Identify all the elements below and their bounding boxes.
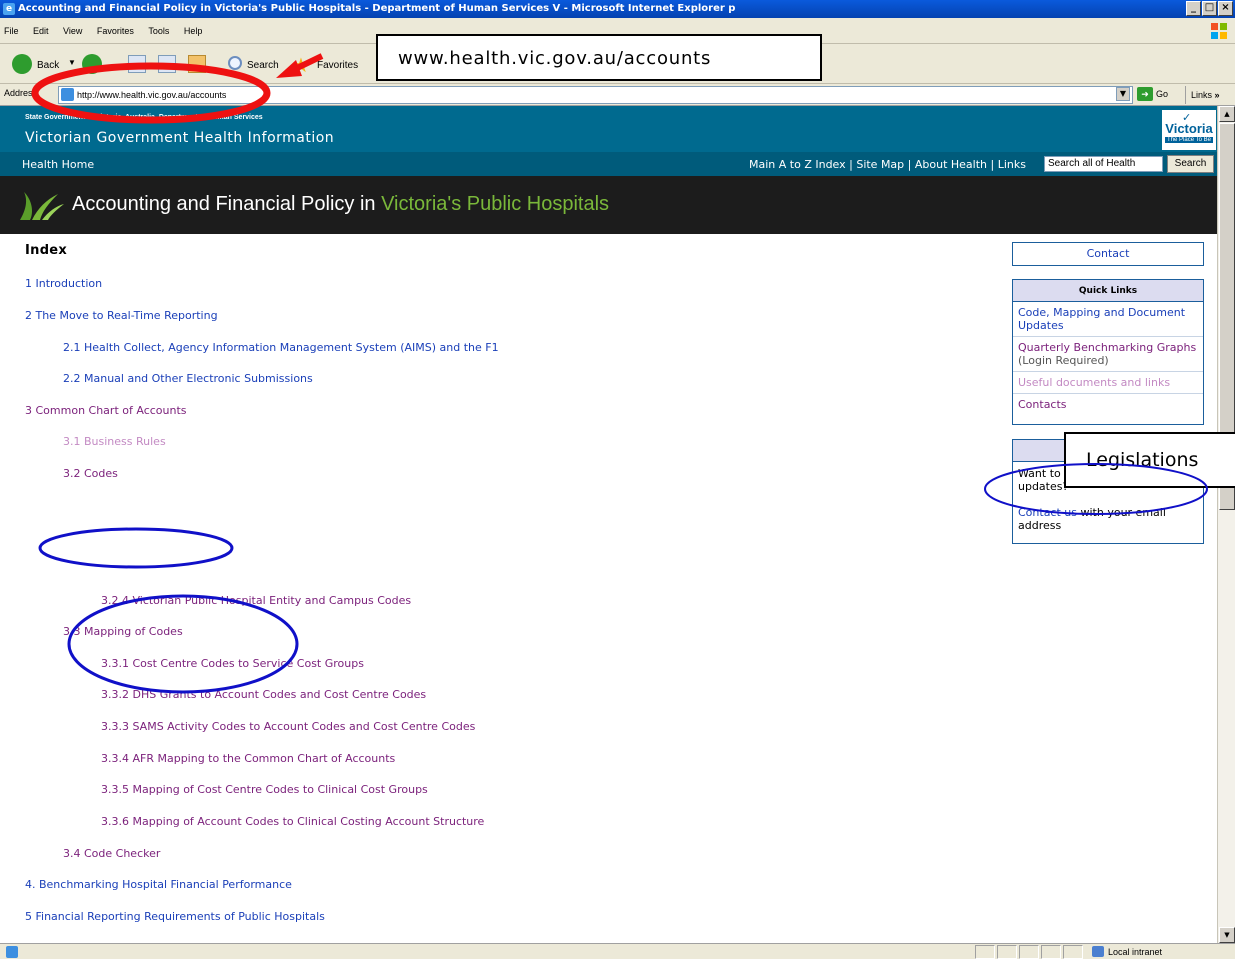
legislations-callout: Legislations (1064, 432, 1235, 488)
status-pane (975, 945, 995, 959)
toc-link[interactable]: 3.3.1 Cost Centre Codes to Service Cost … (101, 657, 364, 670)
toc-link[interactable]: 5 Financial Reporting Requirements of Pu… (25, 910, 325, 923)
site-nav-bar: Health Home Main A to Z Index | Site Map… (0, 152, 1217, 176)
scroll-up-icon[interactable]: ▲ (1219, 106, 1235, 122)
back-arrow-icon[interactable] (12, 54, 32, 74)
search-icon[interactable] (228, 56, 242, 70)
victoria-tick-icon: ✓ (1182, 111, 1192, 124)
toc-link[interactable]: 2.1 Health Collect, Agency Information M… (63, 341, 499, 354)
quick-links-box: Quick Links Code, Mapping and Document U… (1012, 279, 1204, 425)
quick-link-contacts[interactable]: Contacts (1013, 394, 1203, 415)
scroll-down-icon[interactable]: ▼ (1219, 927, 1235, 943)
page-banner: Accounting and Financial Policy in Victo… (0, 176, 1217, 234)
menu-edit[interactable]: Edit (33, 18, 49, 44)
status-pane (1019, 945, 1039, 959)
toc-link[interactable]: 2.2 Manual and Other Electronic Submissi… (63, 372, 313, 385)
intranet-zone-icon (1092, 946, 1104, 957)
window-titlebar: e Accounting and Financial Policy in Vic… (0, 0, 1235, 18)
state-government-line: State Government of Victoria, Australia,… (25, 114, 263, 121)
toc-link[interactable]: 3.3 Mapping of Codes (63, 625, 183, 638)
menu-view[interactable]: View (63, 18, 82, 44)
toc-link[interactable]: 3.2 Codes (63, 467, 118, 480)
health-home-link[interactable]: Health Home (22, 158, 94, 171)
toc-link[interactable]: 2 The Move to Real-Time Reporting (25, 309, 218, 322)
banner-title-part2: Victoria's Public Hospitals (381, 193, 610, 215)
address-bar: Address http://www.health.vic.gov.au/acc… (0, 84, 1235, 106)
quick-link-code-updates[interactable]: Code, Mapping and Document Updates (1013, 302, 1203, 337)
page-icon (61, 88, 74, 101)
security-zone-label: Local intranet (1108, 947, 1163, 957)
go-arrow-icon: ➜ (1137, 87, 1153, 101)
toc-link[interactable]: 3.3.6 Mapping of Account Codes to Clinic… (101, 815, 484, 828)
address-label: Address (4, 88, 38, 98)
status-bar: Local intranet (0, 943, 1235, 959)
site-search-input[interactable]: Search all of Health (1044, 156, 1163, 172)
toc-link[interactable]: 3.3.5 Mapping of Cost Centre Codes to Cl… (101, 783, 428, 796)
links-button[interactable]: Links » (1185, 86, 1233, 104)
page-viewport: State Government of Victoria, Australia,… (0, 106, 1217, 943)
forward-arrow-icon[interactable] (82, 54, 102, 74)
banner-title-part1: Accounting and Financial Policy in (72, 193, 382, 215)
quick-links-heading: Quick Links (1013, 280, 1203, 302)
toc-link[interactable]: 3.2.4 Victorian Public Hospital Entity a… (101, 594, 411, 607)
victoria-logo[interactable]: ✓ Victoria The Place To Be (1162, 110, 1216, 150)
site-header: State Government of Victoria, Australia,… (0, 106, 1217, 152)
ie-icon: e (3, 3, 15, 15)
toc-link[interactable]: 1 Introduction (25, 277, 102, 290)
favorites-star-icon[interactable]: ★ (292, 53, 310, 77)
status-pane (997, 945, 1017, 959)
menu-tools[interactable]: Tools (148, 18, 169, 44)
stop-icon[interactable] (128, 55, 146, 73)
contact-link-box[interactable]: Contact (1012, 242, 1204, 266)
maximize-button[interactable]: □ (1202, 1, 1217, 16)
windows-logo-icon (1211, 23, 1227, 39)
toc-link[interactable]: 3.3.2 DHS Grants to Account Codes and Co… (101, 688, 426, 701)
toc-link[interactable]: 3.3.4 AFR Mapping to the Common Chart of… (101, 752, 395, 765)
login-required-note: (Login Required) (1018, 354, 1109, 367)
contact-us-link[interactable]: Contact us (1018, 506, 1077, 519)
status-pane (1063, 945, 1083, 959)
grass-leaf-icon (20, 192, 64, 220)
toc-link[interactable]: 3.3.3 SAMS Activity Codes to Account Cod… (101, 720, 475, 733)
banner-title: Accounting and Financial Policy in Victo… (72, 193, 609, 216)
url-callout: www.health.vic.gov.au/accounts (376, 34, 822, 81)
index-heading: Index (25, 243, 68, 258)
favorites-button-label[interactable]: Favorites (317, 60, 358, 71)
quick-link-benchmarking-label: Quarterly Benchmarking Graphs (1018, 341, 1197, 354)
site-title[interactable]: Victorian Government Health Information (25, 130, 334, 146)
menu-favorites[interactable]: Favorites (97, 18, 134, 44)
status-page-icon (6, 946, 18, 958)
refresh-icon[interactable] (158, 55, 176, 73)
home-icon[interactable] (188, 55, 206, 73)
window-title: Accounting and Financial Policy in Victo… (18, 3, 736, 14)
address-input[interactable]: http://www.health.vic.gov.au/accounts (58, 86, 1133, 104)
search-button-label[interactable]: Search (247, 60, 279, 71)
toc-link[interactable]: 3.1 Business Rules (63, 435, 166, 448)
site-search-button[interactable]: Search (1167, 155, 1214, 173)
links-label: Links (1191, 90, 1213, 100)
menu-help[interactable]: Help (184, 18, 203, 44)
back-button-label[interactable]: Back (37, 60, 59, 71)
minimize-button[interactable]: _ (1186, 1, 1201, 16)
go-label: Go (1156, 89, 1169, 99)
toc-link[interactable]: 4. Benchmarking Hospital Financial Perfo… (25, 878, 292, 891)
victoria-logo-tagline: The Place To Be (1165, 137, 1213, 143)
quick-link-benchmarking[interactable]: Quarterly Benchmarking Graphs (Login Req… (1013, 337, 1203, 372)
window-controls: _ □ × (1186, 1, 1233, 16)
address-dropdown-icon[interactable]: ▼ (1116, 87, 1130, 101)
toc-link[interactable]: 3.4 Code Checker (63, 847, 160, 860)
back-dropdown-icon[interactable]: ▼ (68, 58, 76, 67)
address-url: http://www.health.vic.gov.au/accounts (77, 90, 227, 100)
toc-link[interactable]: 3 Common Chart of Accounts (25, 404, 187, 417)
go-button[interactable]: ➜ Go (1137, 87, 1168, 101)
status-pane (1041, 945, 1061, 959)
site-nav-links[interactable]: Main A to Z Index | Site Map | About Hea… (749, 158, 1026, 171)
vertical-scrollbar[interactable]: ▲ ▼ (1217, 106, 1235, 943)
menu-file[interactable]: File (4, 18, 19, 44)
quick-link-useful-documents[interactable]: Useful documents and links (1013, 372, 1203, 394)
close-button[interactable]: × (1218, 1, 1233, 16)
